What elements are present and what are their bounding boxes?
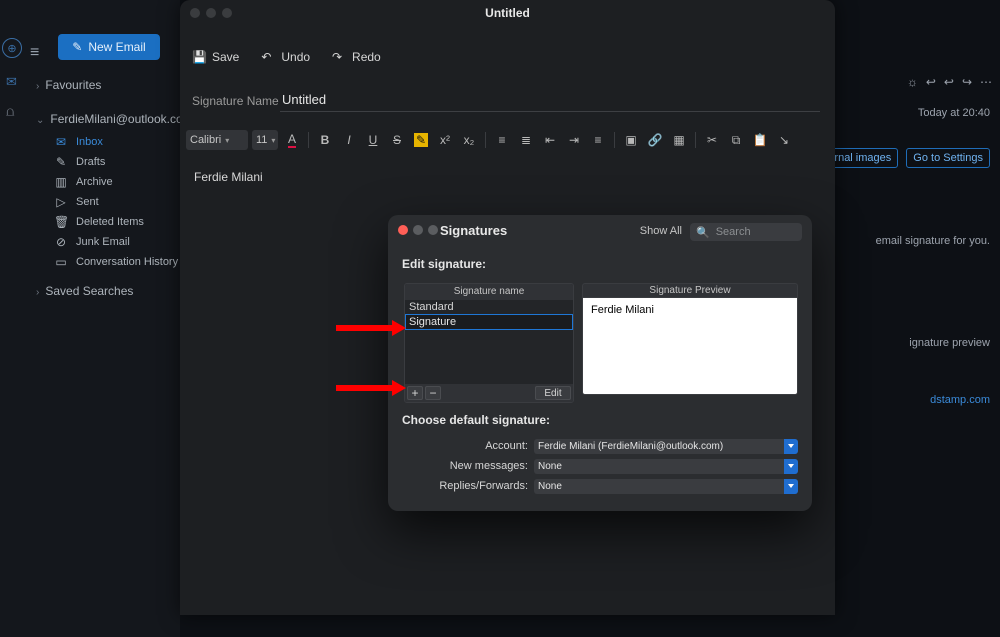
picture-button[interactable]: ▣ [621, 130, 641, 150]
format-toolbar: Calibri▾ 11▾ A B I U S ✎ x² x₂ ≡ ≣ ⇤ ⇥ ≡… [186, 128, 829, 152]
bg-text-2: ignature preview [909, 337, 990, 349]
show-all-button[interactable]: Show All [640, 225, 682, 237]
save-icon: 💾 [192, 50, 206, 64]
numbered-list-button[interactable]: ≡ [492, 130, 512, 150]
folder-junk[interactable]: ⊘Junk Email [54, 232, 180, 252]
inbox-icon: ✉ [54, 135, 68, 149]
sidebar: ⊕ ✉ ⩍ ≡ ✎ New Email ›Favourites ⌄FerdieM… [0, 0, 180, 637]
folder-deleted[interactable]: 🗑Deleted Items [54, 212, 180, 232]
cut-button[interactable]: ✂ [702, 130, 722, 150]
search-input[interactable]: 🔍 Search [690, 223, 802, 241]
forward-icon[interactable]: ↪ [962, 75, 972, 89]
outdent-button[interactable]: ⇤ [540, 130, 560, 150]
replies-label: Replies/Forwards: [402, 480, 534, 492]
compose-icon: ✎ [72, 40, 82, 54]
redo-button[interactable]: ↷Redo [332, 50, 381, 64]
underline-button[interactable]: U [363, 130, 383, 150]
message-timestamp: Today at 20:40 [918, 107, 990, 119]
font-family-select[interactable]: Calibri▾ [186, 130, 248, 150]
undo-button[interactable]: ↶Undo [261, 50, 310, 64]
folder-inbox[interactable]: ✉Inbox [54, 132, 180, 152]
save-button[interactable]: 💾Save [192, 50, 239, 64]
align-button[interactable]: ≡ [588, 130, 608, 150]
new-email-label: New Email [88, 40, 145, 54]
more-icon[interactable]: ⋯ [980, 75, 992, 89]
bg-link[interactable]: dstamp.com [930, 394, 990, 406]
defaults-label: Choose default signature: [402, 413, 550, 427]
mail-rail-icon[interactable]: ✉ [6, 74, 24, 90]
account-select[interactable]: Ferdie Milani (FerdieMilani@outlook.com) [534, 439, 798, 454]
signature-name-label: Signature Name [192, 94, 279, 108]
font-size-select[interactable]: 11▾ [252, 130, 278, 150]
signature-body-text[interactable]: Ferdie Milani [194, 170, 263, 184]
subscript-button[interactable]: x₂ [459, 130, 479, 150]
new-messages-label: New messages: [402, 460, 534, 472]
hamburger-icon[interactable]: ≡ [30, 44, 39, 62]
archive-icon: ▥ [54, 175, 68, 189]
reply-all-icon[interactable]: ↩ [944, 75, 954, 89]
go-to-settings-button[interactable]: Go to Settings [906, 148, 990, 168]
search-icon: 🔍 [696, 226, 710, 239]
replies-select[interactable]: None [534, 479, 798, 494]
folder-drafts[interactable]: ✎Drafts [54, 152, 180, 172]
folder-history[interactable]: ▭Conversation History [54, 252, 180, 272]
sun-icon[interactable]: ☼ [907, 75, 918, 89]
copy-button[interactable]: ⧉ [726, 130, 746, 150]
new-email-button[interactable]: ✎ New Email [58, 34, 160, 60]
search-placeholder: Search [716, 226, 751, 238]
format-painter-button[interactable]: ↘ [774, 130, 794, 150]
edit-signature-button[interactable]: Edit [535, 386, 571, 400]
redo-icon: ↷ [332, 50, 346, 64]
new-messages-select[interactable]: None [534, 459, 798, 474]
signature-row-standard[interactable]: Standard [405, 300, 573, 314]
window-title: Untitled [180, 6, 835, 20]
table-button[interactable]: ▦ [669, 130, 689, 150]
favourites-header[interactable]: ›Favourites [36, 78, 101, 92]
signatures-modal: Signatures Show All 🔍 Search Edit signat… [388, 215, 812, 511]
folder-list: ✉Inbox ✎Drafts ▥Archive ▷Sent 🗑Deleted I… [54, 132, 180, 272]
trash-icon: 🗑 [54, 215, 68, 229]
account-label: Account: [402, 440, 534, 452]
remove-signature-button[interactable]: − [425, 386, 441, 400]
junk-icon: ⊘ [54, 235, 68, 249]
bg-text-1: email signature for you. [876, 235, 990, 247]
paste-button[interactable]: 📋 [750, 130, 770, 150]
highlight-button[interactable]: ✎ [411, 130, 431, 150]
edit-signature-label: Edit signature: [402, 257, 486, 271]
bold-button[interactable]: B [315, 130, 335, 150]
italic-button[interactable]: I [339, 130, 359, 150]
zoom-icon [428, 225, 438, 235]
link-button[interactable]: 🔗 [645, 130, 665, 150]
list-header: Signature name [405, 284, 573, 300]
signature-name-edit-input[interactable] [405, 314, 573, 330]
signature-list: Signature name Standard + − Edit [404, 283, 574, 403]
signature-name-input[interactable] [280, 88, 820, 112]
saved-searches-header[interactable]: ›Saved Searches [36, 284, 133, 298]
folder-archive[interactable]: ▥Archive [54, 172, 180, 192]
preview-body: Ferdie Milani [582, 297, 798, 395]
indent-button[interactable]: ⇥ [564, 130, 584, 150]
account-header[interactable]: ⌄FerdieMilani@outlook.co [36, 112, 183, 126]
bulleted-list-button[interactable]: ≣ [516, 130, 536, 150]
folder-sent[interactable]: ▷Sent [54, 192, 180, 212]
draft-icon: ✎ [54, 155, 68, 169]
preview-header: Signature Preview [582, 283, 798, 297]
minimize-icon [413, 225, 423, 235]
modal-title: Signatures [440, 223, 507, 238]
font-color-button[interactable]: A [282, 130, 302, 150]
superscript-button[interactable]: x² [435, 130, 455, 150]
sent-icon: ▷ [54, 195, 68, 209]
people-rail-icon[interactable]: ⩍ [6, 104, 24, 120]
history-icon: ▭ [54, 255, 68, 269]
reply-icon[interactable]: ↩ [926, 75, 936, 89]
strike-button[interactable]: S [387, 130, 407, 150]
close-icon[interactable] [398, 225, 408, 235]
add-signature-button[interactable]: + [407, 386, 423, 400]
undo-icon: ↶ [261, 50, 275, 64]
